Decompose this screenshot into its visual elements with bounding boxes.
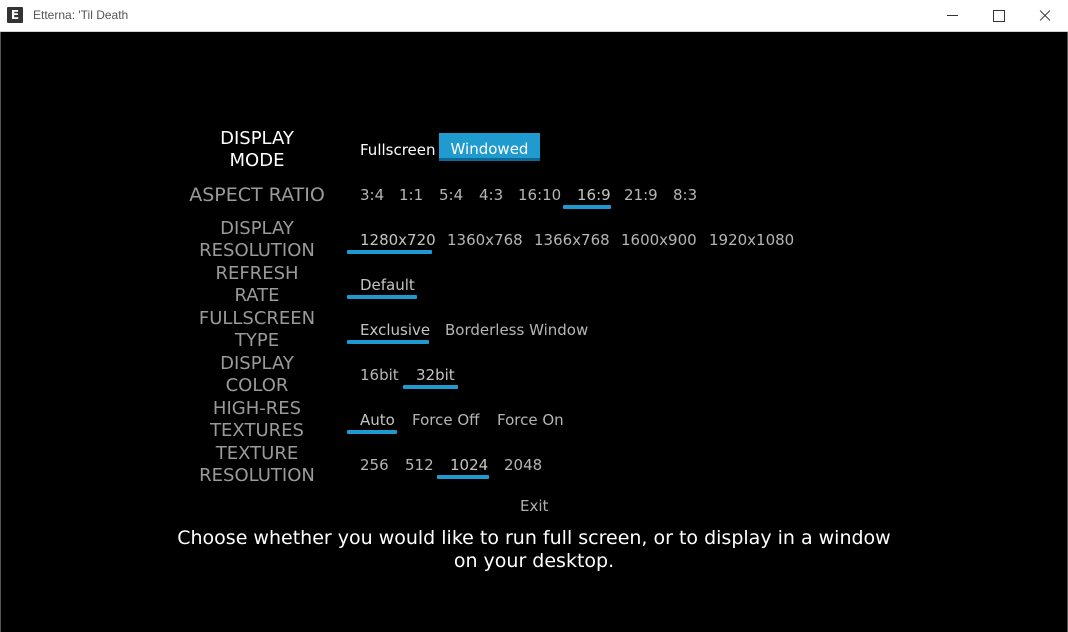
minimize-icon[interactable]: [930, 0, 976, 32]
option-textures-force-off[interactable]: Force Off: [412, 411, 480, 429]
selection-underline-refresh: [347, 295, 417, 299]
option-aspect-1-1[interactable]: 1:1: [399, 186, 423, 204]
option-aspect-21-9[interactable]: 21:9: [624, 186, 658, 204]
option-aspect-4-3[interactable]: 4:3: [479, 186, 503, 204]
option-textures-force-on[interactable]: Force On: [497, 411, 564, 429]
row-label-display-color: DISPLAY COLOR: [220, 353, 294, 396]
option-aspect-8-3[interactable]: 8:3: [673, 186, 697, 204]
row-label-high-res-textures: HIGH-RES TEXTURES: [210, 398, 304, 441]
selection-underline-aspect: [563, 205, 611, 209]
option-res-1360x768[interactable]: 1360x768: [447, 231, 523, 249]
option-res-1600x900[interactable]: 1600x900: [621, 231, 697, 249]
etterna-app-icon: E: [7, 7, 23, 23]
option-fullscreen-borderless[interactable]: Borderless Window: [445, 321, 588, 339]
selection-underline-textures: [347, 430, 397, 434]
row-label-aspect-ratio: ASPECT RATIO: [189, 184, 325, 206]
row-label-refresh-rate: REFRESH RATE: [215, 263, 299, 306]
row-label-display-resolution: DISPLAY RESOLUTION: [199, 218, 315, 261]
help-description: Choose whether you would like to run ful…: [177, 527, 891, 572]
option-windowed[interactable]: Windowed: [439, 133, 540, 161]
option-aspect-16-9[interactable]: 16:9: [577, 186, 611, 204]
option-color-32bit[interactable]: 32bit: [416, 366, 455, 384]
window-border-left: [0, 32, 1, 632]
selection-underline-texres: [437, 475, 489, 479]
option-res-1920x1080[interactable]: 1920x1080: [709, 231, 794, 249]
option-aspect-16-10[interactable]: 16:10: [518, 186, 561, 204]
option-res-1366x768[interactable]: 1366x768: [534, 231, 610, 249]
option-aspect-5-4[interactable]: 5:4: [439, 186, 463, 204]
option-texres-256[interactable]: 256: [360, 456, 389, 474]
option-texres-2048[interactable]: 2048: [504, 456, 542, 474]
option-texres-1024[interactable]: 1024: [450, 456, 488, 474]
option-textures-auto[interactable]: Auto: [360, 411, 395, 429]
option-fullscreen[interactable]: Fullscreen: [360, 141, 436, 159]
row-label-fullscreen-type: FULLSCREEN TYPE: [198, 308, 316, 351]
window-title: Etterna: 'Til Death: [33, 8, 129, 22]
option-refresh-default[interactable]: Default: [360, 276, 415, 294]
maximize-icon[interactable]: [976, 0, 1022, 32]
selection-underline-color: [403, 385, 458, 389]
exit-button[interactable]: Exit: [520, 497, 548, 515]
selection-underline-fullscreen-type: [347, 340, 429, 344]
window-titlebar[interactable]: E Etterna: 'Til Death: [0, 0, 1068, 32]
option-texres-512[interactable]: 512: [405, 456, 434, 474]
option-aspect-3-4[interactable]: 3:4: [360, 186, 384, 204]
option-res-1280x720[interactable]: 1280x720: [360, 231, 436, 249]
option-fullscreen-exclusive[interactable]: Exclusive: [360, 321, 430, 339]
row-label-display-mode: DISPLAY MODE: [220, 128, 294, 171]
option-color-16bit[interactable]: 16bit: [360, 366, 399, 384]
row-label-texture-resolution: TEXTURE RESOLUTION: [199, 443, 315, 486]
selection-underline-resolution: [347, 250, 432, 254]
close-icon[interactable]: [1022, 0, 1068, 32]
